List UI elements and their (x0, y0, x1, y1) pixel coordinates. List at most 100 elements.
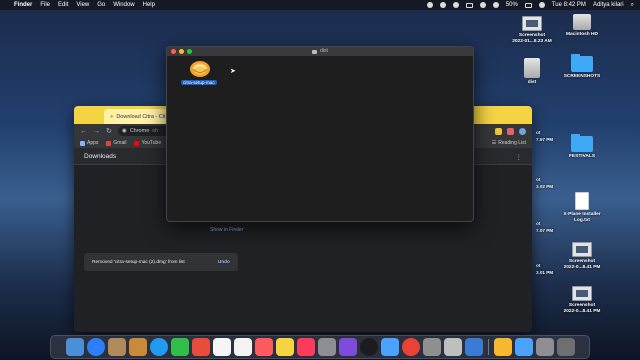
dock-app-icon[interactable] (191, 338, 210, 356)
display-icon[interactable] (465, 2, 473, 8)
folder-icon (571, 134, 593, 152)
snackbar: Removed 'citra-setup-mac (2).dmg' from l… (84, 253, 238, 271)
partial-label: ot (536, 130, 541, 135)
menu-edit[interactable]: Edit (58, 2, 68, 8)
desktop-icon-macintosh-hd[interactable]: Macintosh HD (552, 14, 612, 38)
dock-app-icon[interactable] (401, 338, 420, 356)
dock-app-icon[interactable] (493, 338, 512, 356)
reading-list-button[interactable]: ☰ Reading List (492, 140, 526, 146)
dock-app-icon[interactable] (86, 338, 105, 356)
dock-app-icon[interactable] (535, 338, 554, 356)
dock-app-icon[interactable] (380, 338, 399, 356)
menu-view[interactable]: View (76, 2, 89, 8)
bookmark-apps[interactable]: Apps (80, 140, 98, 146)
menu-help[interactable]: Help (143, 2, 155, 8)
dock-app-icon[interactable] (149, 338, 168, 356)
gmail-icon (106, 140, 112, 146)
menu-bar: Finder File Edit View Go Window Help 50%… (0, 0, 640, 10)
chrome-tab-title: Download Citra - Cit (116, 113, 166, 120)
profile-avatar-icon[interactable] (519, 127, 526, 135)
omnibox-url: sh (152, 128, 159, 134)
battery-percent[interactable]: 50% (506, 2, 518, 8)
desktop-icon-label: dist (527, 80, 537, 85)
citra-app-icon[interactable] (189, 60, 211, 78)
status-icon-2[interactable] (452, 2, 459, 8)
folder-icon (571, 54, 593, 72)
bookmark-label: Gmail (113, 140, 127, 146)
more-menu-icon[interactable]: ⋮ (516, 153, 523, 161)
menubar-user[interactable]: Aditya kilari (593, 2, 624, 8)
menu-go[interactable]: Go (97, 2, 105, 8)
menubar-clock[interactable]: Tue 8:42 PM (552, 2, 586, 8)
menu-app-name[interactable]: Finder (14, 2, 32, 8)
dock-app-icon[interactable] (422, 338, 441, 356)
desktop-icon-screenshot-3[interactable]: Screenshot 2022-0...8.41 PM (552, 286, 612, 315)
dock-app-icon[interactable] (212, 338, 231, 356)
bookmark-youtube[interactable]: YouTube (134, 140, 161, 146)
partial-label: ot (536, 177, 541, 182)
bookmark-label: Apps (87, 140, 99, 146)
extension-icon[interactable] (507, 127, 514, 135)
menu-file[interactable]: File (40, 2, 50, 8)
desktop-icon-screenshots-folder[interactable]: SCREENSHOTS (552, 54, 612, 80)
window-title-text: dist (320, 48, 328, 54)
apps-grid-icon (80, 140, 85, 146)
forward-icon[interactable]: → (93, 128, 100, 135)
show-in-finder-link[interactable]: Show in Finder (210, 227, 243, 233)
dock-app-icon[interactable] (464, 338, 483, 356)
dock-app-icon[interactable] (514, 338, 533, 356)
dock-app-icon[interactable] (65, 338, 84, 356)
partial-label: 7.57 PM (536, 137, 554, 142)
desktop-icon-sublabel: 2022-0...8.41 PM (563, 309, 601, 314)
disk-image-icon (524, 58, 540, 78)
back-icon[interactable]: ← (80, 128, 87, 135)
dock-app-icon[interactable] (443, 338, 462, 356)
desktop-icon-sublabel: 2022-01...8.23 AM (512, 39, 552, 44)
file-label[interactable]: citra-setup-mac (181, 80, 217, 85)
desktop-icon-label: FESTIVALS (568, 154, 596, 159)
window-title: dist (167, 47, 473, 56)
extension-icon[interactable] (495, 127, 502, 135)
dock-app-icon[interactable] (296, 338, 315, 356)
menu-window[interactable]: Window (113, 2, 134, 8)
dock-app-icon[interactable] (107, 338, 126, 356)
reload-icon[interactable]: ↻ (106, 127, 112, 135)
desktop-icon-label: SCREENSHOTS (563, 74, 601, 79)
dock-app-icon[interactable] (275, 338, 294, 356)
dock-app-icon[interactable] (128, 338, 147, 356)
partial-label: ot (536, 263, 541, 268)
reading-list-icon: ☰ (491, 140, 497, 146)
snackbar-message: Removed 'citra-setup-mac (2).dmg' from l… (92, 259, 185, 265)
record-icon[interactable] (426, 2, 433, 8)
desktop-icon-xplane-log[interactable]: X-Plane Installer Log.txt (552, 192, 612, 224)
dock-app-icon[interactable] (338, 338, 357, 356)
partial-label: 7.07 PM (536, 228, 554, 233)
dock-app-icon[interactable] (317, 338, 336, 356)
desktop-icon-screenshot-2[interactable]: Screenshot 2022-0...8.41 PM (552, 242, 612, 271)
dock-app-icon[interactable] (359, 338, 378, 356)
dock-separator (487, 339, 489, 355)
screenshot-file-icon (572, 286, 592, 301)
bookmark-gmail[interactable]: Gmail (106, 140, 126, 146)
bookmark-label: YouTube (141, 140, 162, 146)
desktop-icon-label: Macintosh HD (566, 32, 598, 37)
control-center-icon[interactable] (538, 2, 545, 8)
finder-titlebar: dist (167, 47, 473, 56)
search-icon[interactable]: ⌕ (631, 2, 634, 9)
youtube-icon (134, 140, 140, 146)
desktop-icon-festivals-folder[interactable]: FESTIVALS (552, 134, 612, 160)
finder-window[interactable]: dist citra-setup-mac ➤ (166, 46, 474, 222)
dock-app-icon[interactable] (233, 338, 252, 356)
dock-app-icon[interactable] (170, 338, 189, 356)
dock-app-icon[interactable] (556, 338, 575, 356)
battery-icon[interactable] (524, 2, 532, 8)
mouse-cursor-icon: ➤ (230, 68, 236, 75)
desktop-icon-sublabel: Log.txt (574, 218, 590, 223)
status-icon[interactable] (439, 2, 446, 8)
audio-icon[interactable] (479, 2, 486, 8)
dock (50, 335, 590, 359)
wifi-icon[interactable] (492, 2, 499, 8)
undo-button[interactable]: Undo (218, 260, 230, 265)
dock-app-icon[interactable] (254, 338, 273, 356)
hard-disk-icon (573, 14, 591, 30)
